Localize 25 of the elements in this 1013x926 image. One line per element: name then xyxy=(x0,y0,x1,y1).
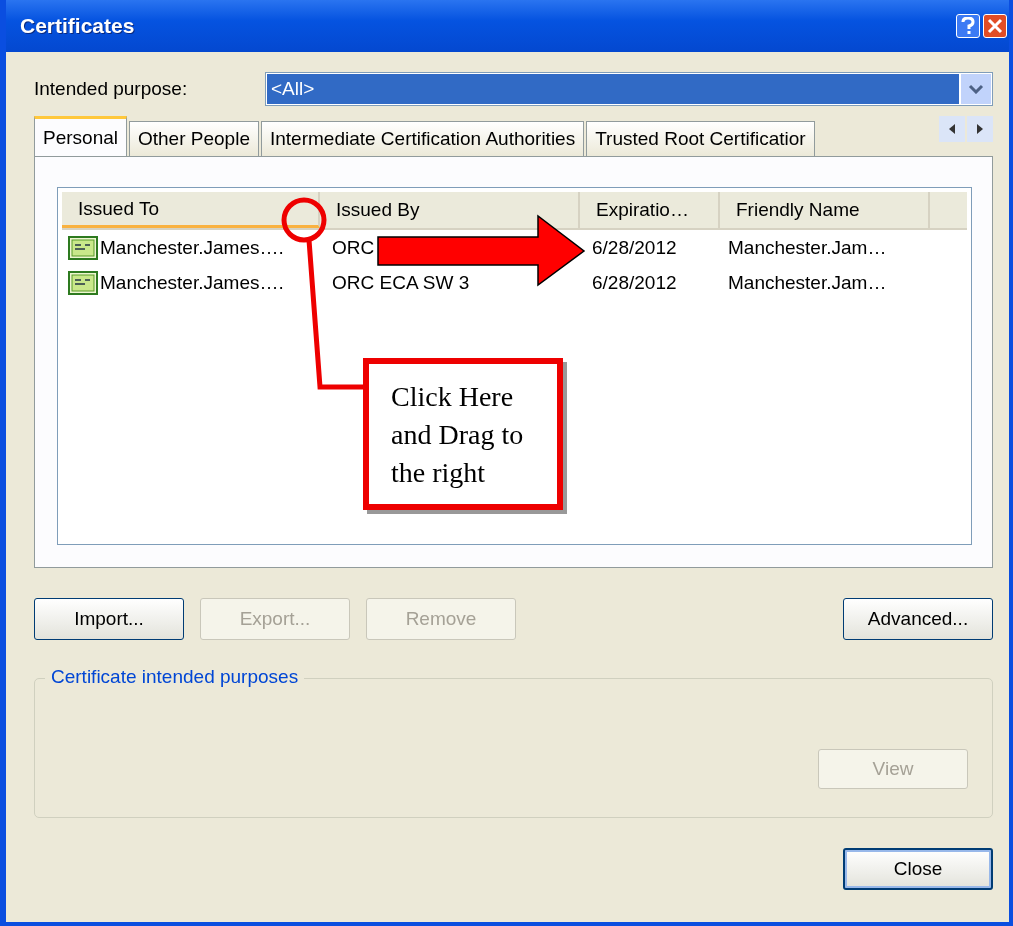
column-header[interactable]: Issued To xyxy=(62,192,320,228)
button[interactable]: Import... xyxy=(34,598,184,640)
table-cell-text: ORC ECA SW 3 xyxy=(331,271,471,294)
close-button[interactable]: Close xyxy=(843,848,993,890)
tab[interactable]: Personal xyxy=(34,116,127,156)
table-cell: Manchester.James…. xyxy=(100,236,284,259)
table-cell-text: Manchester.Jam… xyxy=(727,271,888,294)
button[interactable]: Advanced... xyxy=(843,598,993,640)
close-icon[interactable] xyxy=(983,14,1007,38)
certificate-icon xyxy=(68,270,98,295)
purpose-dropdown[interactable]: <All> xyxy=(265,72,993,106)
tab[interactable]: Other People xyxy=(129,121,259,156)
table-cell-text: Manchester.Jam… xyxy=(727,236,888,259)
field-label: Intended purpose: xyxy=(34,78,189,100)
table-cell-text: 6/28/2012 xyxy=(591,236,678,259)
column-header[interactable]: Friendly Name xyxy=(720,192,930,228)
table-cell-text: ORC xyxy=(331,236,376,259)
table-cell: Manchester.James…. xyxy=(100,271,284,294)
tab[interactable]: Trusted Root Certificatior xyxy=(586,121,815,156)
column-header[interactable]: Expiratio… xyxy=(580,192,720,228)
tab[interactable]: Intermediate Certification Authorities xyxy=(260,121,585,156)
table-cell-text: 6/28/2012 xyxy=(591,271,678,294)
help-button[interactable] xyxy=(956,14,980,38)
certificate-icon xyxy=(68,235,98,260)
window-title: Certificates xyxy=(20,14,135,38)
